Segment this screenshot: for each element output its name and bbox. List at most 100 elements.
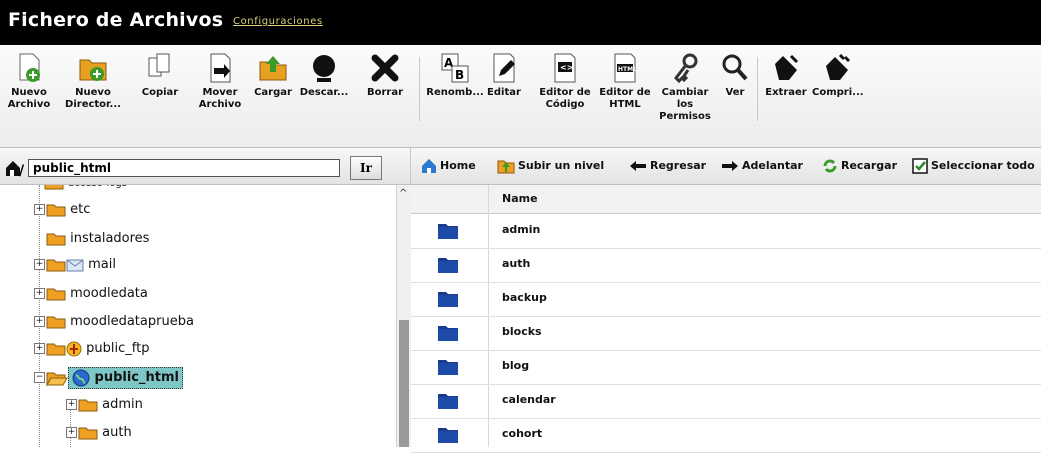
permissions-button[interactable]: Cambiar los Permisos (656, 52, 714, 123)
folder-icon (438, 258, 458, 273)
file-row[interactable]: calendar (411, 384, 1041, 419)
folder-icon (78, 399, 98, 411)
download-button[interactable]: Descar... (299, 52, 349, 99)
move-icon (210, 53, 231, 83)
tree-scrollbar[interactable]: ^ (396, 185, 411, 447)
navigation-bar: Home Subir un nivel Regresar Adelantar R… (411, 148, 1041, 185)
globe-icon (72, 369, 90, 386)
delete-icon (371, 54, 399, 82)
back-button[interactable]: Regresar (629, 158, 706, 174)
upload-button[interactable]: Cargar (250, 52, 296, 99)
folder-icon (438, 428, 458, 443)
code-editor-icon: <> (554, 53, 576, 83)
svg-text:HTML: HTML (618, 66, 637, 73)
view-button[interactable]: Ver (717, 52, 753, 99)
file-name: blocks (502, 325, 542, 338)
code-editor-button[interactable]: <> Editor de Código (536, 52, 594, 111)
folder-tree-pane: / Ir acceso-logs + etc instaladores + ma… (0, 148, 411, 447)
file-name: backup (502, 291, 547, 304)
collapse-icon[interactable]: − (34, 372, 45, 383)
scroll-up-icon[interactable]: ^ (399, 188, 407, 199)
file-row[interactable]: auth (411, 248, 1041, 283)
tree-item-public-ftp[interactable]: + public_ftp (34, 339, 149, 359)
forward-button[interactable]: Adelantar (721, 158, 803, 174)
toolbar-separator (757, 57, 758, 121)
html-editor-icon: HTML (614, 53, 637, 83)
file-list-pane: Home Subir un nivel Regresar Adelantar R… (411, 148, 1041, 453)
file-row[interactable]: admin (411, 214, 1041, 249)
file-row[interactable]: cohort (411, 418, 1041, 453)
folder-icon (438, 224, 458, 239)
file-row[interactable]: blog (411, 350, 1041, 385)
app-title: Fichero de Archivos (8, 9, 224, 31)
upload-icon (259, 56, 287, 81)
file-row[interactable]: backup (411, 282, 1041, 317)
html-editor-button[interactable]: HTML Editor de HTML (598, 52, 652, 111)
path-input[interactable] (28, 159, 340, 177)
edit-button[interactable]: Editar (482, 52, 526, 99)
expand-icon[interactable]: + (34, 343, 45, 354)
reload-button[interactable]: Recargar (822, 158, 897, 174)
extract-icon (775, 54, 799, 80)
tree-item-etc[interactable]: + etc (34, 200, 90, 220)
file-row[interactable]: blocks (411, 316, 1041, 351)
ftp-icon (66, 341, 82, 356)
tree-item-moodledataprueba[interactable]: + moodledataprueba (34, 312, 194, 332)
folder-icon (46, 259, 66, 271)
reload-icon (823, 159, 837, 173)
folder-icon (46, 204, 66, 216)
rename-button[interactable]: AB Renomb... (425, 52, 485, 99)
folder-icon (438, 360, 458, 375)
tree-item-moodledata[interactable]: + moodledata (34, 284, 148, 304)
expand-icon[interactable]: + (66, 427, 77, 438)
settings-link[interactable]: Configuraciones (233, 16, 323, 27)
expand-icon[interactable]: + (66, 399, 77, 410)
rename-icon: AB (441, 53, 469, 83)
folder-icon (46, 288, 66, 300)
scroll-thumb[interactable] (399, 320, 409, 447)
delete-button[interactable]: Borrar (363, 52, 407, 99)
home-button[interactable]: Home (421, 158, 476, 174)
tree-item[interactable]: acceso-logs (44, 185, 127, 193)
folder-icon (438, 394, 458, 409)
extract-button[interactable]: Extraer (762, 52, 810, 99)
up-folder-icon (497, 160, 515, 174)
file-name: admin (502, 223, 541, 236)
folder-icon (438, 292, 458, 307)
go-button[interactable]: Ir (350, 156, 382, 180)
tree-item-mail[interactable]: + mail (34, 255, 116, 275)
compress-icon (826, 53, 851, 80)
new-file-icon (19, 53, 40, 82)
folder-icon (78, 427, 98, 439)
new-folder-button[interactable]: Nuevo Director... (64, 52, 122, 111)
move-file-button[interactable]: Mover Archivo (196, 52, 244, 111)
home-icon (422, 159, 436, 173)
up-level-button[interactable]: Subir un nivel (497, 158, 604, 174)
tree-item-auth[interactable]: + auth (66, 423, 132, 443)
expand-icon[interactable]: + (34, 288, 45, 299)
new-file-button[interactable]: Nuevo Archivo (6, 52, 52, 111)
permissions-icon (674, 53, 698, 84)
folder-icon (46, 316, 66, 328)
expand-icon[interactable]: + (34, 259, 45, 270)
name-column-header[interactable]: Name (502, 192, 538, 205)
file-name: auth (502, 257, 531, 270)
file-name: calendar (502, 393, 556, 406)
back-arrow-icon (630, 161, 646, 171)
tree-item-instaladores[interactable]: instaladores (46, 229, 149, 249)
tree-item-public-html[interactable]: − public_html (34, 367, 183, 389)
tree-item-admin[interactable]: + admin (66, 395, 143, 415)
forward-arrow-icon (722, 161, 738, 171)
select-all-button[interactable]: Seleccionar todo (912, 158, 1035, 174)
file-name: blog (502, 359, 530, 372)
home-icon[interactable]: / (4, 159, 26, 177)
expand-icon[interactable]: + (34, 204, 45, 215)
folder-icon (46, 343, 66, 355)
compress-button[interactable]: Compri... (812, 52, 864, 99)
copy-button[interactable]: Copiar (136, 52, 184, 99)
title-bar: Fichero de Archivos Configuraciones (0, 0, 1041, 45)
folder-icon (44, 185, 64, 189)
expand-icon[interactable]: + (34, 316, 45, 327)
folder-icon (438, 326, 458, 341)
open-folder-icon (46, 372, 68, 386)
